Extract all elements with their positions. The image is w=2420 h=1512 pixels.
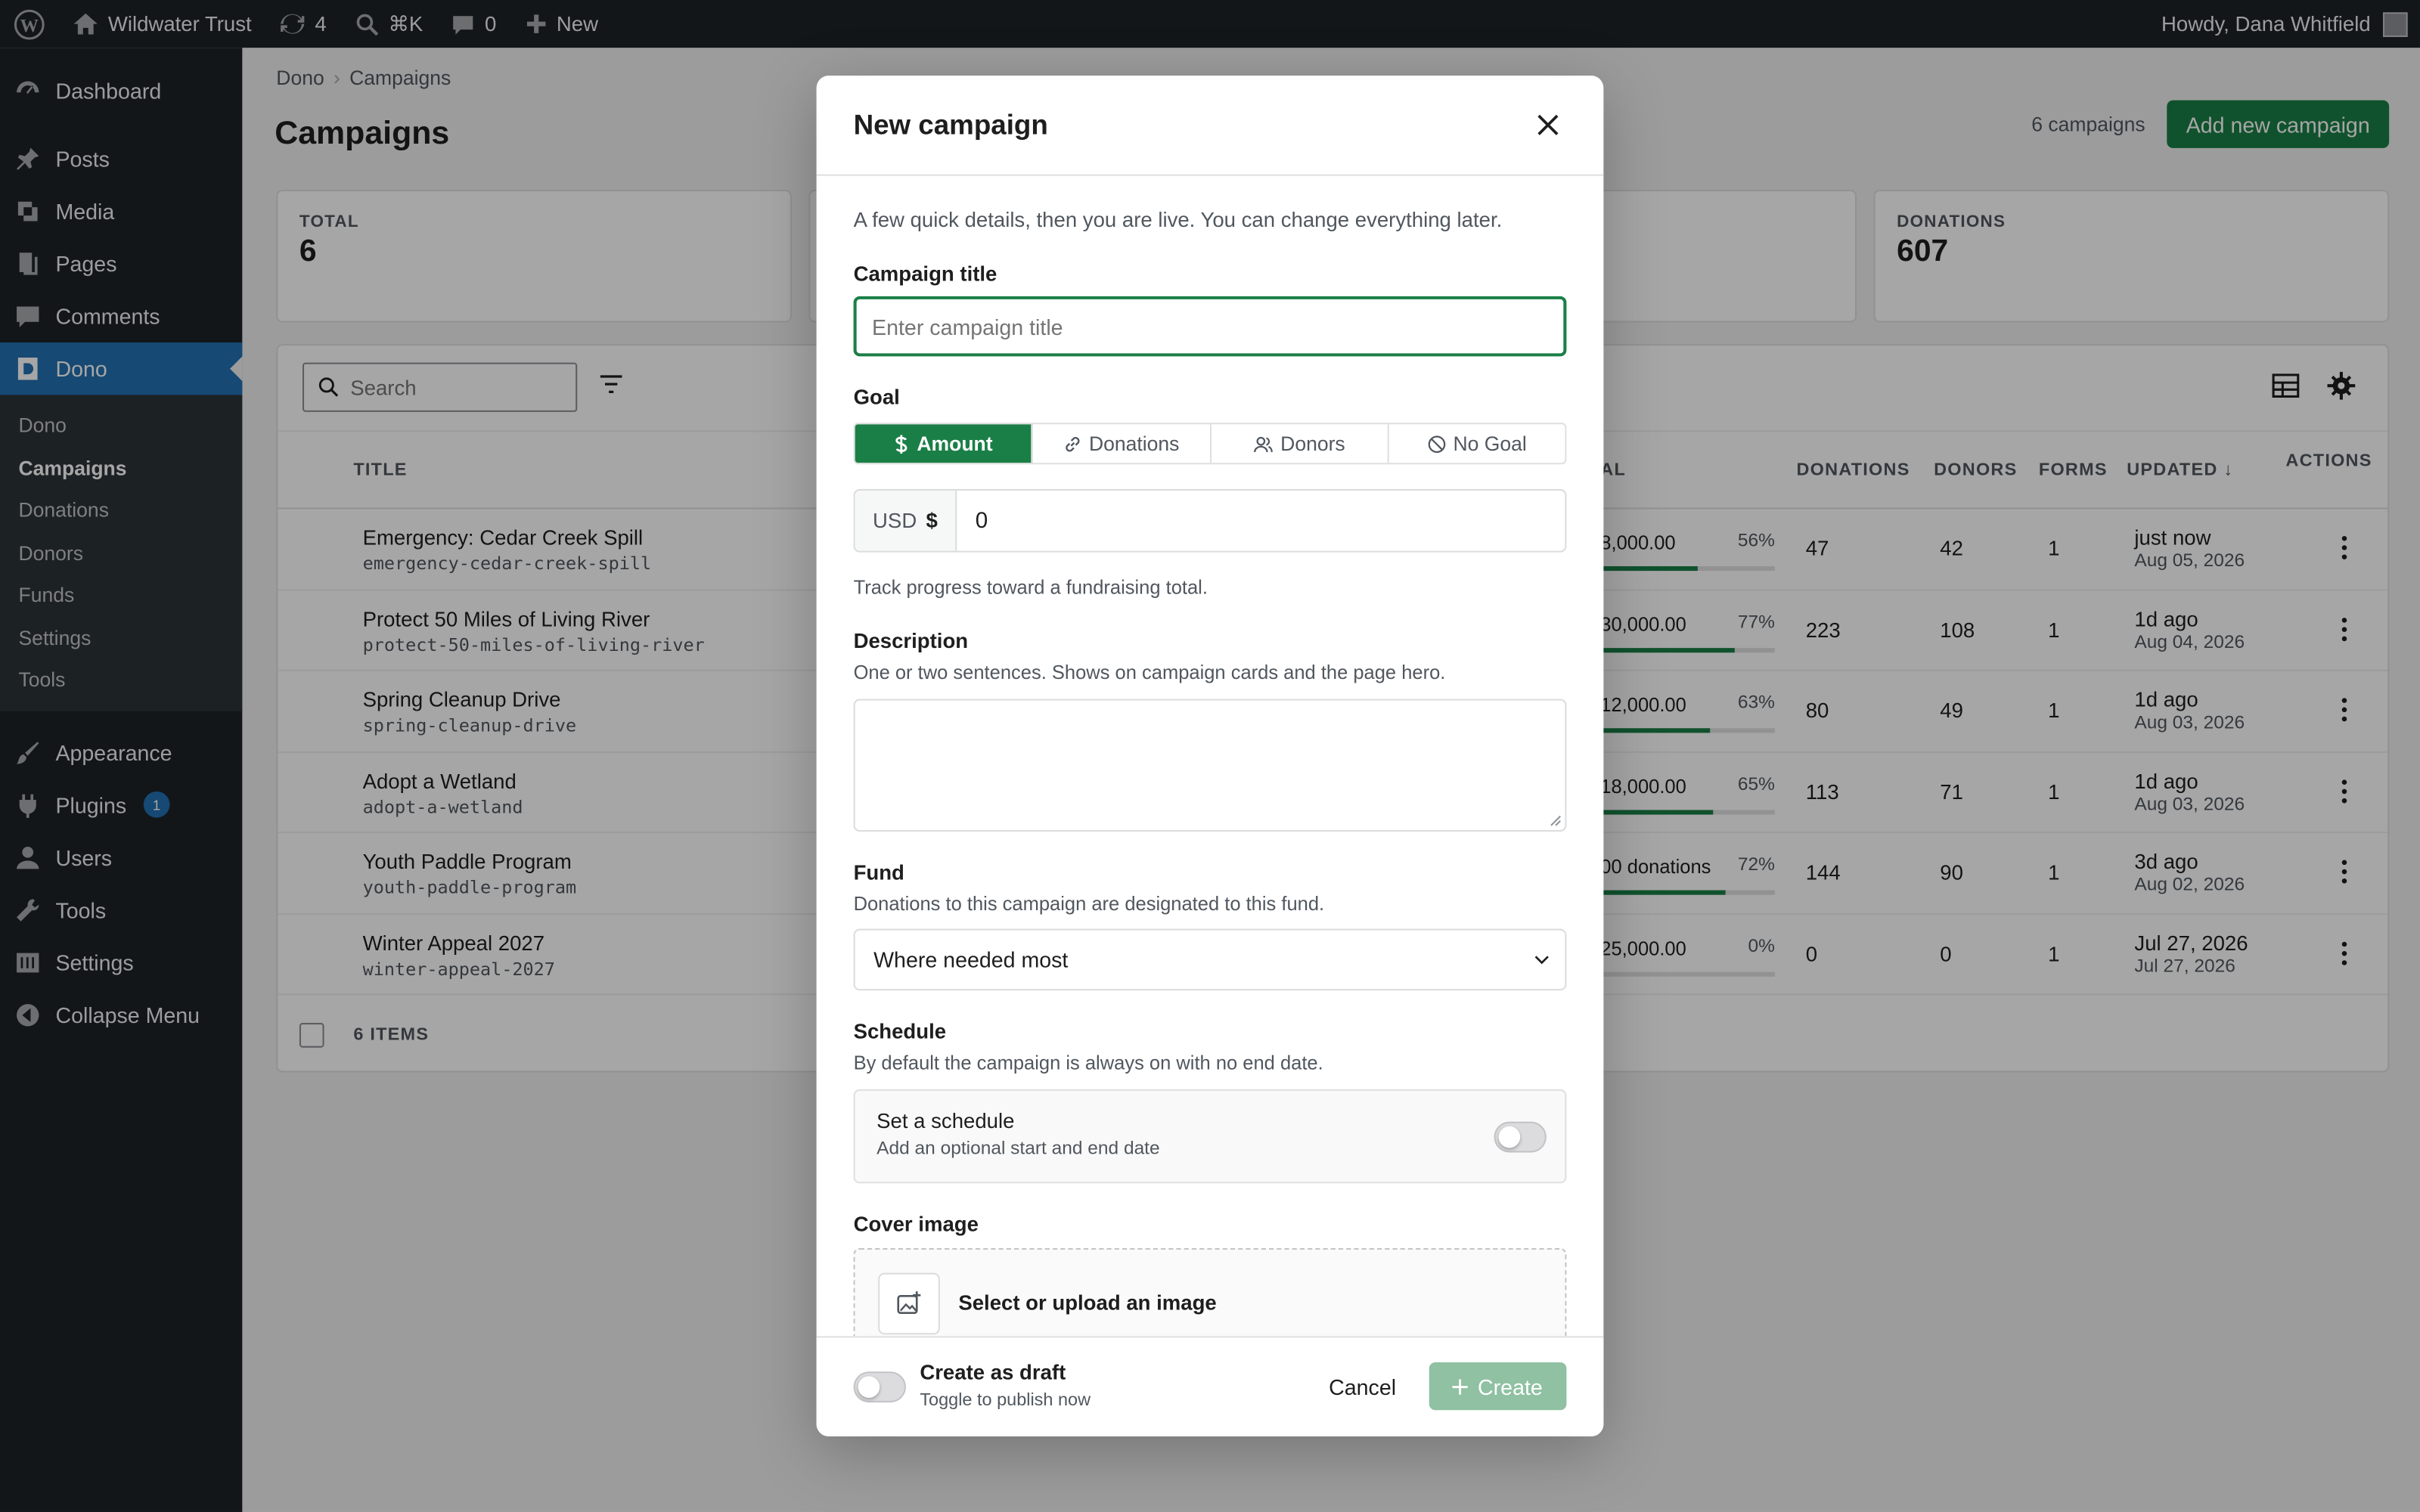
- fund-label: Fund: [853, 860, 904, 885]
- currency-prefix: USD $: [855, 490, 957, 551]
- schedule-toggle-card: Set a schedule Add an optional start and…: [853, 1089, 1567, 1184]
- goal-option-label: Amount: [917, 432, 993, 456]
- plus-icon: [1453, 1378, 1469, 1394]
- create-button[interactable]: Create: [1429, 1362, 1567, 1411]
- image-add-icon: [878, 1272, 940, 1335]
- fund-help-text: Donations to this campaign are designate…: [853, 893, 1325, 916]
- goal-amount-input[interactable]: USD $ 0: [853, 488, 1567, 553]
- draft-toggle-title: Create as draft: [920, 1360, 1066, 1384]
- draft-toggle-help: Toggle to publish now: [920, 1391, 1091, 1411]
- goal-option-donations[interactable]: Donations: [1033, 424, 1212, 463]
- cover-image-label: Cover image: [853, 1213, 979, 1236]
- ban-icon: [1427, 435, 1445, 453]
- goal-option-amount[interactable]: Amount: [855, 424, 1033, 463]
- create-label: Create: [1478, 1374, 1543, 1399]
- cancel-button[interactable]: Cancel: [1329, 1374, 1396, 1399]
- goal-label: Goal: [853, 386, 900, 409]
- resize-handle-icon[interactable]: [1550, 815, 1562, 827]
- draft-toggle[interactable]: [853, 1371, 906, 1403]
- description-textarea[interactable]: [853, 699, 1567, 832]
- schedule-toggle-help: Add an optional start and end date: [876, 1137, 1160, 1159]
- close-button[interactable]: [1529, 107, 1566, 144]
- campaign-title-placeholder: Enter campaign title: [872, 314, 1063, 339]
- cover-image-action: Select or upload an image: [958, 1291, 1217, 1315]
- schedule-toggle-title: Set a schedule: [876, 1109, 1015, 1132]
- goal-option-label: Donations: [1088, 432, 1180, 456]
- campaign-title-input[interactable]: Enter campaign title: [853, 296, 1567, 357]
- modal-title: New campaign: [853, 108, 1048, 140]
- goal-amount-value: 0: [975, 508, 988, 534]
- goal-type-selector: Amount Donations Donors No Goal: [853, 423, 1567, 465]
- goal-option-label: No Goal: [1453, 432, 1527, 456]
- chevron-down-icon: [1534, 956, 1549, 965]
- campaign-title-label: Campaign title: [853, 262, 997, 286]
- modal-footer: Create as draft Toggle to publish now Ca…: [816, 1336, 1604, 1436]
- fund-select[interactable]: Where needed most: [853, 928, 1567, 991]
- link-icon: [1065, 435, 1079, 451]
- goal-help-text: Track progress toward a fundraising tota…: [853, 577, 1208, 599]
- close-icon: [1537, 114, 1559, 135]
- dollar-icon: [895, 434, 908, 453]
- schedule-label: Schedule: [853, 1019, 947, 1043]
- description-help-text: One or two sentences. Shows on campaign …: [853, 662, 1446, 684]
- goal-option-no-goal[interactable]: No Goal: [1388, 424, 1565, 463]
- fund-selected-value: Where needed most: [873, 947, 1069, 972]
- description-label: Description: [853, 629, 969, 653]
- modal-intro: A few quick details, then you are live. …: [853, 208, 1503, 232]
- new-campaign-modal: New campaign A few quick details, then y…: [816, 75, 1604, 1436]
- modal-header: New campaign: [816, 76, 1604, 176]
- users-icon: [1253, 435, 1273, 452]
- currency-symbol: $: [926, 509, 938, 533]
- currency-code: USD: [873, 509, 917, 533]
- goal-option-label: Donors: [1280, 432, 1345, 456]
- schedule-help-text: By default the campaign is always on wit…: [853, 1052, 1323, 1074]
- goal-option-donors[interactable]: Donors: [1211, 424, 1389, 463]
- schedule-toggle[interactable]: [1494, 1121, 1547, 1153]
